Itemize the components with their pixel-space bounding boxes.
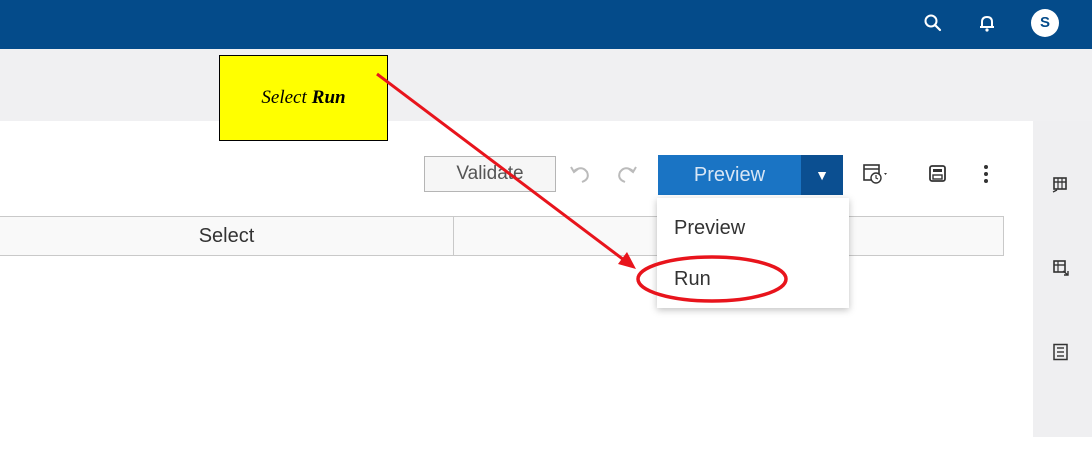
schedule-icon[interactable] bbox=[862, 163, 892, 187]
bell-icon[interactable] bbox=[976, 12, 998, 34]
avatar[interactable]: S bbox=[1031, 9, 1059, 37]
validate-button[interactable]: Validate bbox=[424, 156, 556, 192]
save-icon[interactable] bbox=[927, 163, 949, 185]
table-columns-icon[interactable] bbox=[1052, 176, 1070, 194]
more-vertical-icon[interactable] bbox=[978, 163, 994, 187]
run-options-menu: Preview Run bbox=[657, 198, 849, 308]
details-list-icon[interactable] bbox=[1052, 343, 1070, 361]
caret-down-icon: ▼ bbox=[815, 167, 829, 183]
column-header-select[interactable]: Select bbox=[0, 217, 454, 255]
top-bar: S bbox=[0, 0, 1092, 49]
menu-item-run[interactable]: Run bbox=[674, 268, 711, 291]
undo-icon[interactable] bbox=[568, 163, 594, 187]
redo-icon[interactable] bbox=[613, 163, 639, 187]
table-output-icon[interactable] bbox=[1052, 259, 1070, 277]
menu-item-preview[interactable]: Preview bbox=[674, 217, 745, 240]
callout-prefix: Select bbox=[261, 87, 307, 108]
right-side-panel bbox=[1033, 121, 1092, 437]
sub-header-bar bbox=[0, 49, 1092, 121]
instruction-callout: Select Run bbox=[219, 55, 388, 141]
table-header: Select bbox=[0, 216, 1004, 256]
preview-button[interactable]: Preview bbox=[658, 155, 801, 195]
run-options-dropdown-button[interactable]: ▼ bbox=[801, 155, 843, 195]
search-icon[interactable] bbox=[922, 12, 944, 34]
callout-bold-text: Run bbox=[311, 87, 346, 108]
